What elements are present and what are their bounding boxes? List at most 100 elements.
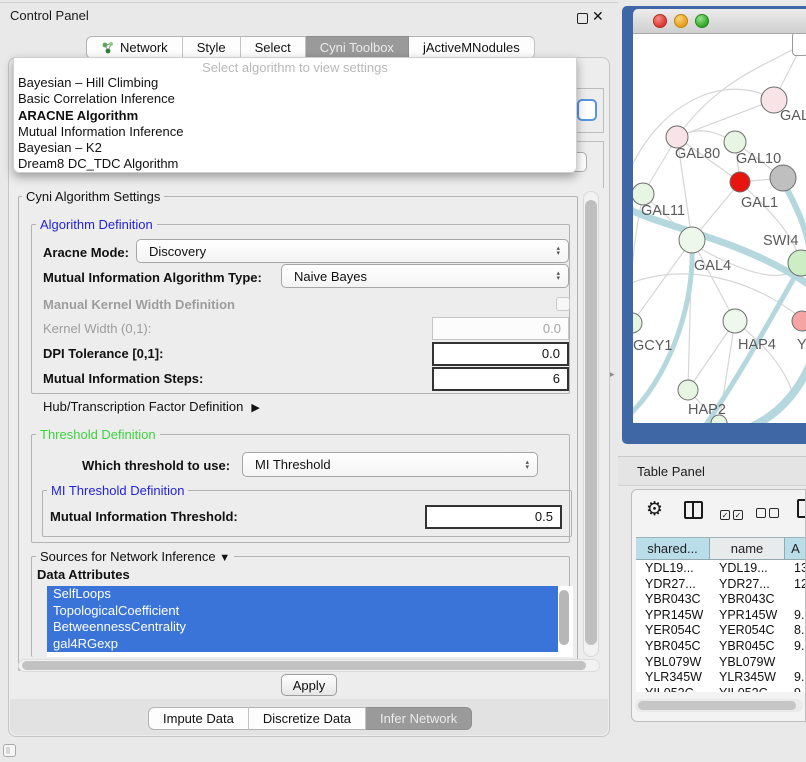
mi-steps-label: Mutual Information Steps: xyxy=(43,371,203,386)
apply-button[interactable]: Apply xyxy=(281,674,337,696)
zoom-window-icon[interactable] xyxy=(695,14,709,28)
column-header-name[interactable]: name xyxy=(710,538,785,560)
network-node-gal80[interactable] xyxy=(666,126,688,148)
tab-cyni-toolbox[interactable]: Cyni Toolbox xyxy=(306,36,409,59)
network-node-gcy1[interactable] xyxy=(633,313,642,333)
expand-right-icon[interactable]: ▶ xyxy=(251,402,259,414)
algorithm-option[interactable]: Basic Correlation Inference xyxy=(18,91,572,107)
tab-label: Style xyxy=(197,40,226,55)
table-cell: YBR043C xyxy=(645,592,701,608)
table-row[interactable]: YLR345WYLR345W9. xyxy=(636,670,806,686)
mi-algorithm-type-value: Naive Bayes xyxy=(294,269,367,284)
tab-style[interactable]: Style xyxy=(183,36,241,59)
export-table-icon[interactable] xyxy=(797,499,806,518)
table-cell: YBR045C xyxy=(645,639,701,655)
tab-select[interactable]: Select xyxy=(241,36,306,59)
table-cell: YIL052C xyxy=(719,686,768,692)
close-panel-icon[interactable]: ✕ xyxy=(592,8,604,25)
table-row[interactable]: YER054CYER054C8. xyxy=(636,623,806,639)
mi-threshold-field[interactable]: 0.5 xyxy=(425,505,562,529)
network-node-hap2[interactable] xyxy=(678,380,698,400)
table-cell: YDR27... xyxy=(719,577,770,593)
tab-jactivemnodules[interactable]: jActiveMNodules xyxy=(409,36,535,59)
table-settings-gear-icon[interactable]: ⚙ xyxy=(646,498,663,521)
table-horizontal-scrollbar-thumb[interactable] xyxy=(638,701,796,710)
table-row[interactable]: YDL19...YDL19...13 xyxy=(636,561,806,577)
algorithm-option[interactable]: ARACNE Algorithm xyxy=(18,108,572,124)
tab-discretize-data[interactable]: Discretize Data xyxy=(249,707,366,730)
attribute-item[interactable]: SelfLoops xyxy=(47,586,558,603)
column-header-a[interactable]: A xyxy=(785,538,806,560)
attribute-item[interactable]: BetweennessCentrality xyxy=(47,619,558,636)
network-canvas[interactable]: GALGAL80GAL10GAL1GAL11SWI4GAL4GCY1HAP4YH… xyxy=(633,34,806,423)
column-layout-icon[interactable] xyxy=(684,501,703,519)
attributes-scrollbar[interactable] xyxy=(559,590,569,645)
settings-vertical-scrollbar-thumb[interactable] xyxy=(585,200,597,645)
network-node-y[interactable] xyxy=(792,311,806,331)
tab-network[interactable]: Network xyxy=(86,36,183,59)
algorithm-option[interactable]: Bayesian – Hill Climbing xyxy=(18,75,572,91)
kernel-width-field[interactable]: 0.0 xyxy=(432,317,569,340)
node-label: GAL10 xyxy=(736,151,781,167)
table-cell: YBR043C xyxy=(719,592,775,608)
hidden-groupbox-fragment xyxy=(575,141,604,142)
mi-steps-field[interactable]: 6 xyxy=(432,367,569,391)
tab-impute-data[interactable]: Impute Data xyxy=(148,707,249,730)
table-cell: 9 xyxy=(794,686,801,692)
table-row[interactable]: YIL052C YIL052C 9 xyxy=(636,686,806,692)
close-window-icon[interactable] xyxy=(653,14,667,28)
attribute-item[interactable]: TopologicalCoefficient xyxy=(47,603,558,620)
table-row[interactable]: YBL079WYBL079W xyxy=(636,655,806,671)
deselect-all-columns-icon[interactable] xyxy=(756,505,782,523)
table-cell: YPR145W xyxy=(645,608,703,624)
network-window-titlebar[interactable] xyxy=(633,9,806,34)
tab-infer-network[interactable]: Infer Network xyxy=(366,707,472,730)
table-row[interactable]: YBR045CYBR045C9. xyxy=(636,639,806,655)
manual-kernel-width-checkbox[interactable] xyxy=(556,297,570,311)
table-row[interactable]: YPR145WYPR145W9. xyxy=(636,608,806,624)
mi-algorithm-type-select[interactable]: Naive Bayes ▴▾ xyxy=(281,264,569,288)
node-attribute-table: shared...nameA YDL19...YDL19...13YDR27..… xyxy=(636,537,806,692)
algorithm-option[interactable]: Bayesian – K2 xyxy=(18,140,572,156)
node-label: GCY1 xyxy=(633,338,673,354)
which-threshold-label: Which threshold to use: xyxy=(82,458,230,473)
dpi-tolerance-label: DPI Tolerance [0,1]: xyxy=(43,346,163,361)
collapse-down-icon[interactable]: ▼ xyxy=(219,552,230,564)
network-node-gal11[interactable] xyxy=(633,183,654,205)
table-row[interactable]: YBR043C YBR043C xyxy=(636,592,806,608)
select-all-columns-icon[interactable]: ✓✓ xyxy=(720,505,746,523)
sources-expander[interactable]: Sources for Network Inference ▼ xyxy=(36,549,234,564)
table-cell: YDL19... xyxy=(719,561,768,577)
aracne-mode-select[interactable]: Discovery ▴▾ xyxy=(136,239,569,263)
hub-transcription-factor-expander[interactable]: Hub/Transcription Factor Definition▶ xyxy=(43,399,260,414)
float-panel-icon[interactable] xyxy=(577,13,588,24)
minimized-panel-icon[interactable] xyxy=(3,744,16,757)
attribute-item[interactable]: gal4RGexp xyxy=(47,636,558,653)
settings-horizontal-scrollbar-thumb[interactable] xyxy=(22,661,586,670)
algorithm-option[interactable]: Mutual Information Inference xyxy=(18,124,572,140)
table-row[interactable]: YDR27...YDR27...12 xyxy=(636,577,806,593)
table-panel-title: Table Panel xyxy=(637,464,705,479)
table-cell: YBL079W xyxy=(645,655,701,671)
sources-title: Sources for Network Inference xyxy=(40,549,216,564)
algorithm-dropdown-list: Bayesian – Hill ClimbingBasic Correlatio… xyxy=(18,75,572,173)
which-threshold-select[interactable]: MI Threshold ▴▾ xyxy=(242,452,538,477)
network-node-gal10[interactable] xyxy=(724,131,746,153)
node-label: HAP4 xyxy=(738,337,776,353)
mi-algorithm-type-label: Mutual Information Algorithm Type: xyxy=(43,270,262,285)
network-node[interactable] xyxy=(770,165,796,191)
network-view-window: GALGAL80GAL10GAL1GAL11SWI4GAL4GCY1HAP4YH… xyxy=(622,6,806,444)
network-node-gal1[interactable] xyxy=(730,172,750,192)
data-attributes-list[interactable]: SelfLoopsTopologicalCoefficientBetweenne… xyxy=(47,586,573,657)
network-node-hap4[interactable] xyxy=(723,309,747,333)
network-node-gal4[interactable] xyxy=(679,227,705,253)
column-header-shared[interactable]: shared... xyxy=(636,538,710,560)
table-cell: YLR345W xyxy=(719,670,776,686)
table-cell: YIL052C xyxy=(645,686,694,692)
node-label: GAL11 xyxy=(641,203,685,219)
panel-divider-arrow-icon[interactable]: ▸ xyxy=(610,369,615,380)
algorithm-option[interactable]: Dream8 DC_TDC Algorithm xyxy=(18,156,572,172)
dpi-tolerance-field[interactable]: 0.0 xyxy=(432,342,569,366)
stepper-icon: ▴▾ xyxy=(556,271,560,281)
minimize-window-icon[interactable] xyxy=(674,14,688,28)
